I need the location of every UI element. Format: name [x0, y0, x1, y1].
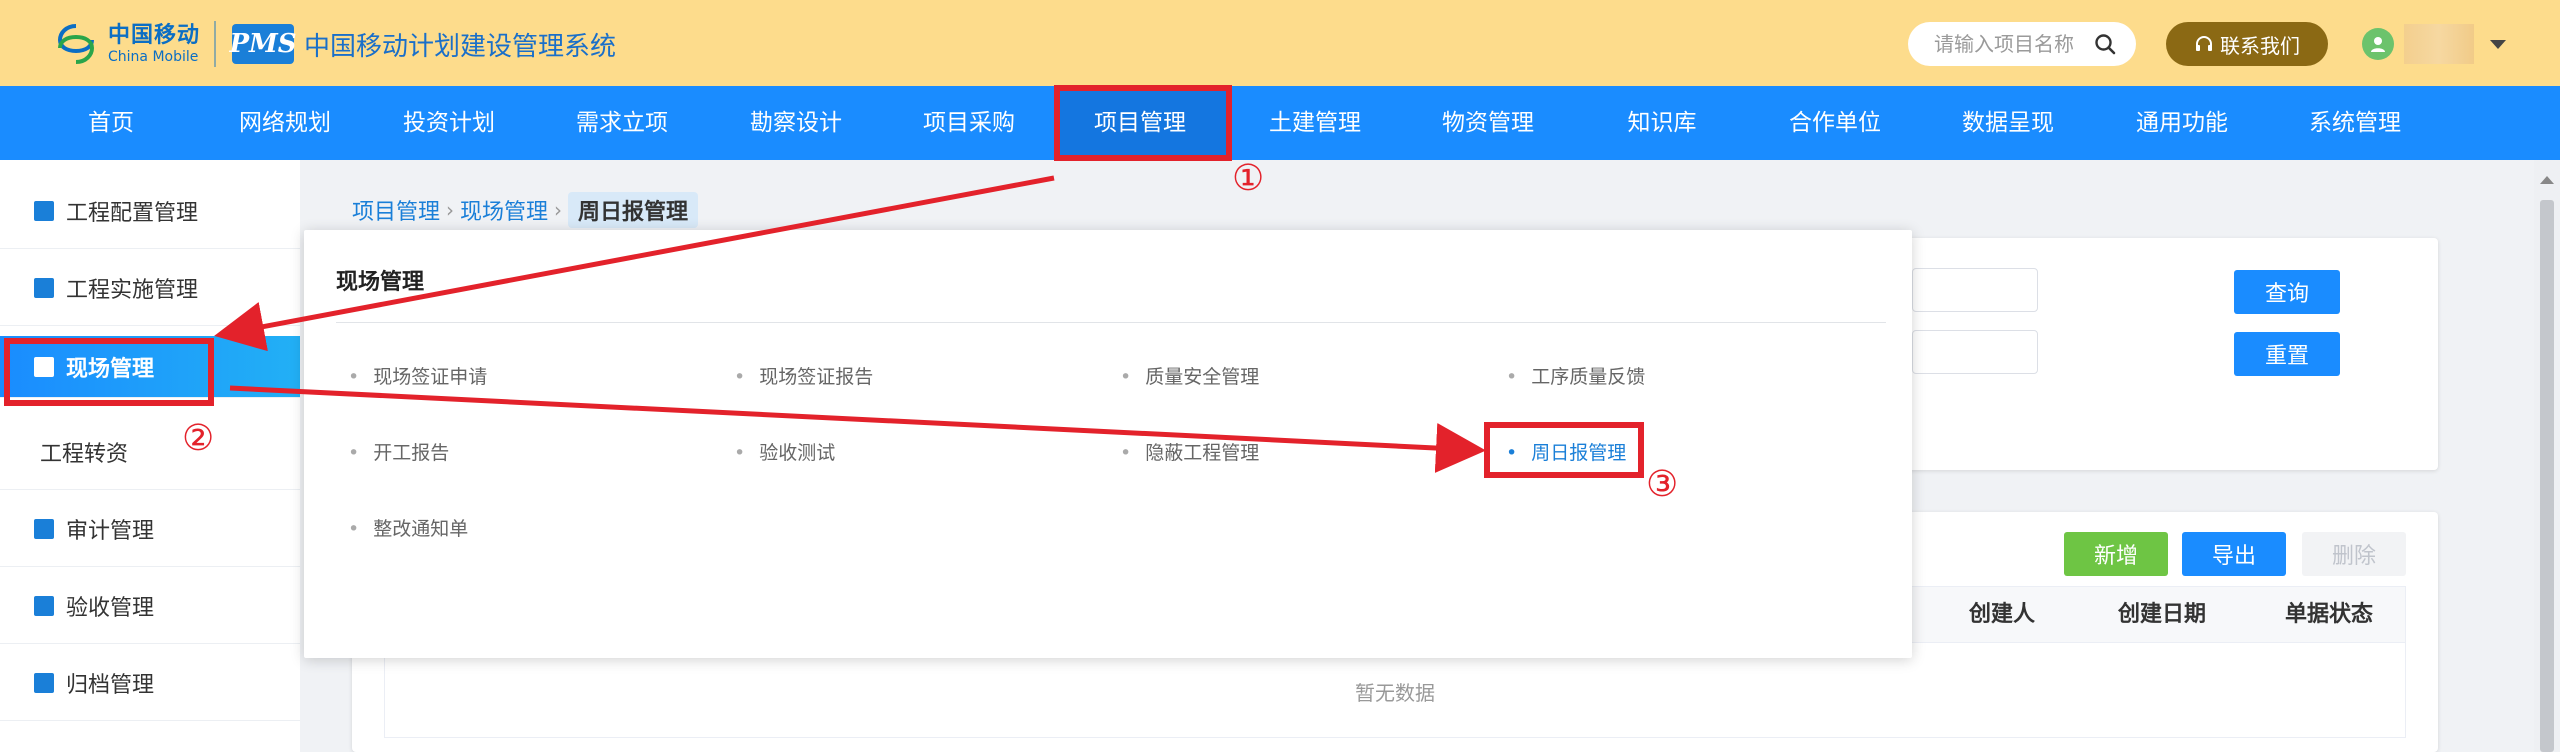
page-scrollbar[interactable] — [2534, 160, 2560, 752]
caret-down-icon[interactable] — [2490, 39, 2506, 49]
annotation-step1: ① — [1232, 158, 1265, 199]
sidebar-item-archive[interactable]: 归档管理 — [0, 645, 300, 721]
column-header-creator[interactable]: 创建人 — [1969, 587, 2035, 643]
nav-item-requirement[interactable]: 需求立项 — [557, 86, 687, 160]
sidebar-item-acceptance[interactable]: 验收管理 — [0, 568, 300, 644]
delete-button[interactable]: 删除 — [2302, 532, 2406, 576]
column-header-document-status[interactable]: 单据状态 — [2285, 587, 2373, 643]
china-mobile-logo: 中国移动 China Mobile PMS 中国移动计划建设管理系统 — [52, 20, 616, 68]
contact-us-button[interactable]: 联系我们 — [2166, 22, 2328, 66]
headset-icon — [2196, 36, 2212, 51]
menu-link-site-visa-application[interactable]: 现场签证申请 — [348, 362, 487, 389]
breadcrumb-site-management[interactable]: 现场管理 — [460, 194, 548, 226]
main-nav: 首页 网络规划 投资计划 需求立项 勘察设计 项目采购 项目管理 土建管理 物资… — [0, 86, 2560, 160]
annotation-step3: ③ — [1646, 464, 1679, 505]
sidebar-item-label: 审计管理 — [66, 518, 155, 544]
highlight-box-step2 — [4, 338, 214, 406]
menu-link-acceptance-test[interactable]: 验收测试 — [734, 438, 835, 465]
sidebar-item-audit[interactable]: 审计管理 — [0, 491, 300, 567]
nav-item-common-functions[interactable]: 通用功能 — [2117, 86, 2247, 160]
empty-table-text: 暂无数据 — [1355, 681, 1435, 705]
gear-card-icon — [34, 200, 54, 221]
scroll-up-arrow-icon[interactable] — [2540, 176, 2554, 184]
chevron-right-icon: › — [554, 198, 563, 222]
nav-item-network-planning[interactable]: 网络规划 — [220, 86, 350, 160]
sidebar-item-label: 工程转资 — [40, 441, 129, 467]
document-icon — [34, 672, 54, 693]
nav-item-materials[interactable]: 物资管理 — [1423, 86, 1553, 160]
sidebar-item-engineering-implementation[interactable]: 工程实施管理 — [0, 250, 300, 326]
dropdown-divider — [336, 322, 1886, 323]
dropdown-title: 现场管理 — [336, 270, 425, 295]
brand-cn: 中国移动 — [108, 23, 201, 48]
chevron-right-icon: › — [446, 198, 455, 222]
site-management-dropdown: 现场管理 现场签证申请 现场签证报告 质量安全管理 工序质量反馈 开工报告 验收… — [304, 230, 1912, 658]
menu-link-site-visa-report[interactable]: 现场签证报告 — [734, 362, 873, 389]
user-name-redacted — [2404, 24, 2474, 64]
sidebar-item-label: 验收管理 — [66, 595, 155, 621]
nav-item-system-management[interactable]: 系统管理 — [2290, 86, 2420, 160]
menu-link-concealed-works[interactable]: 隐蔽工程管理 — [1120, 438, 1259, 465]
sidebar-item-engineering-config[interactable]: 工程配置管理 — [0, 173, 300, 249]
nav-item-investment-plan[interactable]: 投资计划 — [384, 86, 514, 160]
scrollbar-thumb[interactable] — [2540, 200, 2554, 752]
sidebar-item-label: 工程配置管理 — [66, 200, 199, 226]
china-mobile-logo-icon — [52, 20, 100, 68]
breadcrumb-project-management[interactable]: 项目管理 — [352, 194, 440, 226]
flag-icon — [34, 595, 54, 616]
menu-link-start-report[interactable]: 开工报告 — [348, 438, 449, 465]
add-button[interactable]: 新增 — [2064, 532, 2168, 576]
nav-item-home[interactable]: 首页 — [56, 86, 166, 160]
tools-icon — [34, 277, 54, 298]
nav-item-procurement[interactable]: 项目采购 — [904, 86, 1034, 160]
column-header-created-date[interactable]: 创建日期 — [2118, 587, 2206, 643]
nav-item-survey-design[interactable]: 勘察设计 — [731, 86, 861, 160]
nav-item-civil-management[interactable]: 土建管理 — [1250, 86, 1380, 160]
menu-link-rectification-notice[interactable]: 整改通知单 — [348, 514, 468, 541]
export-button[interactable]: 导出 — [2182, 532, 2286, 576]
system-title: 中国移动计划建设管理系统 — [304, 31, 617, 62]
contact-us-label: 联系我们 — [2220, 33, 2300, 58]
pms-logo: PMS — [229, 24, 297, 64]
filter-field-2[interactable] — [1912, 330, 2038, 374]
user-menu[interactable] — [2362, 24, 2506, 64]
logo-divider — [214, 21, 217, 67]
top-header: 中国移动 China Mobile PMS 中国移动计划建设管理系统 联系我们 — [0, 0, 2560, 86]
sidebar-item-label: 归档管理 — [66, 672, 155, 698]
highlight-box-step1 — [1054, 85, 1232, 161]
search-icon[interactable] — [2094, 33, 2116, 55]
filter-field-1[interactable] — [1912, 268, 2038, 312]
annotation-step2: ② — [182, 418, 215, 459]
breadcrumb: 项目管理 › 现场管理 › 周日报管理 — [352, 192, 699, 228]
nav-item-partners[interactable]: 合作单位 — [1770, 86, 1900, 160]
nav-item-data-display[interactable]: 数据呈现 — [1943, 86, 2073, 160]
grid-icon — [34, 518, 54, 539]
menu-link-quality-safety[interactable]: 质量安全管理 — [1120, 362, 1259, 389]
sidebar-item-label: 工程实施管理 — [66, 277, 199, 303]
sidebar: 工程配置管理 工程实施管理 现场管理 工程转资 审计管理 验收管理 归档管理 — [0, 160, 300, 752]
brand-en: China Mobile — [108, 49, 199, 65]
user-avatar-icon — [2362, 28, 2394, 60]
sidebar-item-asset-transfer[interactable]: 工程转资 — [0, 414, 300, 490]
nav-item-knowledge-base[interactable]: 知识库 — [1597, 86, 1727, 160]
reset-button[interactable]: 重置 — [2234, 332, 2340, 376]
highlight-box-step3 — [1484, 422, 1644, 478]
query-button[interactable]: 查询 — [2234, 270, 2340, 314]
breadcrumb-current-page: 周日报管理 — [568, 192, 699, 228]
menu-link-process-quality-feedback[interactable]: 工序质量反馈 — [1506, 362, 1645, 389]
